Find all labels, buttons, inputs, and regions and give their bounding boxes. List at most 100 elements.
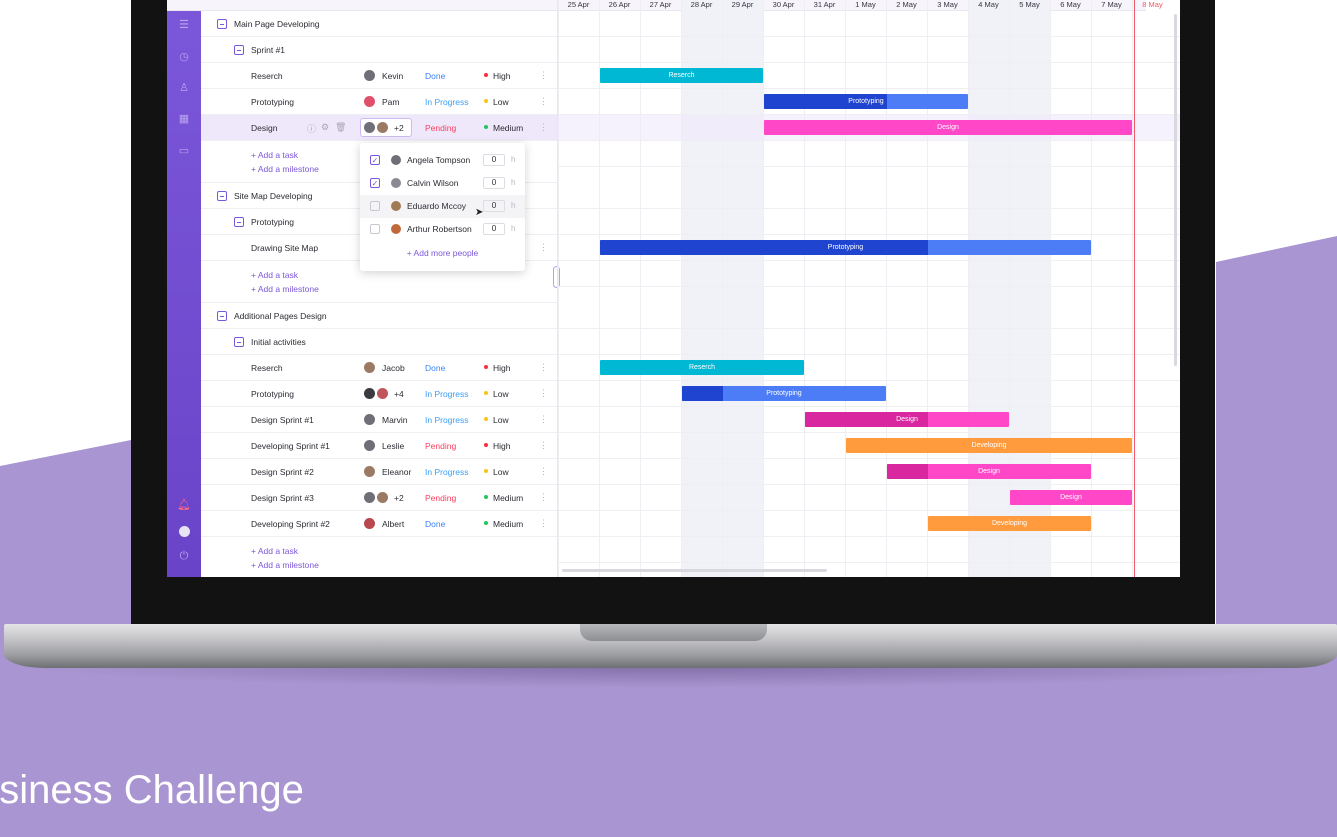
info-icon[interactable]: ⓘ (307, 122, 316, 135)
task-row[interactable]: Design Sprint #3 +2 Pending Medium ⋮ (201, 485, 557, 511)
collapse-icon[interactable] (234, 217, 244, 227)
more-icon[interactable]: ⋮ (539, 440, 548, 451)
assignee[interactable]: Albert (382, 519, 404, 529)
collapse-icon[interactable] (234, 45, 244, 55)
popup-person-row[interactable]: ✓ Angela Tompson 0 h (360, 149, 525, 172)
gantt-bar[interactable]: Developing (846, 438, 1132, 453)
collapse-icon[interactable] (234, 337, 244, 347)
status-badge[interactable]: Pending (425, 493, 456, 503)
priority-label[interactable]: Low (493, 467, 509, 477)
status-badge[interactable]: Done (425, 71, 445, 81)
more-icon[interactable]: ⋮ (539, 414, 548, 425)
task-row[interactable]: Prototyping +4 In Progress Low ⋮ (201, 381, 557, 407)
clock-icon[interactable]: ◷ (167, 50, 201, 63)
more-icon[interactable]: ⋮ (539, 518, 548, 529)
more-icon[interactable]: ⋮ (539, 70, 548, 81)
gantt-bar[interactable]: Design (1010, 490, 1132, 505)
status-badge[interactable]: In Progress (425, 97, 468, 107)
checkbox[interactable] (370, 201, 380, 211)
status-badge[interactable]: Done (425, 519, 445, 529)
user-icon[interactable]: ♙ (167, 81, 201, 94)
add-more-people-link[interactable]: + Add more people (360, 248, 525, 258)
task-row[interactable]: Developing Sprint #2 Albert Done Medium … (201, 511, 557, 537)
task-row[interactable]: Developing Sprint #1 Leslie Pending High… (201, 433, 557, 459)
checkbox[interactable] (370, 224, 380, 234)
collapse-icon[interactable] (217, 311, 227, 321)
priority-label[interactable]: Medium (493, 519, 523, 529)
group-row[interactable]: Additional Pages Design (201, 303, 557, 329)
add-task-link[interactable]: + Add a task (251, 546, 298, 556)
horizontal-scrollbar[interactable] (562, 569, 827, 572)
priority-label[interactable]: Low (493, 97, 509, 107)
more-icon[interactable]: ⋮ (539, 362, 548, 373)
gantt-bar[interactable]: Design (805, 412, 1009, 427)
avatar[interactable] (167, 526, 201, 540)
status-badge[interactable]: Done (425, 363, 445, 373)
task-row[interactable]: Reserch Kevin Done High ⋮ (201, 63, 557, 89)
subgroup-row[interactable]: Initial activities (201, 329, 557, 355)
more-icon[interactable]: ⋮ (539, 388, 548, 399)
collapse-icon[interactable] (217, 19, 227, 29)
add-milestone-link[interactable]: + Add a milestone (251, 560, 319, 570)
popup-person-row[interactable]: ✓ Calvin Wilson 0 h (360, 172, 525, 195)
task-row[interactable]: Reserch Jacob Done High ⋮ (201, 355, 557, 381)
task-row-selected[interactable]: Design ⓘ ⚙ 🗑︎ +2 Pending Medium ⋮ (201, 115, 557, 141)
popup-person-row[interactable]: Eduardo Mccoy 0 h ➤ (360, 195, 525, 218)
collapse-icon[interactable] (217, 191, 227, 201)
status-badge[interactable]: In Progress (425, 415, 468, 425)
subgroup-row[interactable]: Sprint #1 (201, 37, 557, 63)
priority-label[interactable]: High (493, 441, 510, 451)
priority-label[interactable]: High (493, 363, 510, 373)
popup-person-row[interactable]: Arthur Robertson 0 h (360, 218, 525, 241)
assignee[interactable]: Eleanor (382, 467, 411, 477)
assignee[interactable]: Kevin (382, 71, 403, 81)
add-milestone-link[interactable]: + Add a milestone (251, 284, 319, 294)
gantt-bar[interactable]: Reserch (600, 68, 763, 83)
gantt-bar[interactable]: Design (764, 120, 1132, 135)
priority-label[interactable]: Low (493, 415, 509, 425)
assignee[interactable]: Jacob (382, 363, 405, 373)
hours-input[interactable]: 0 (483, 223, 505, 235)
settings-icon[interactable]: ⚙ (321, 122, 329, 133)
status-badge[interactable]: In Progress (425, 389, 468, 399)
priority-label[interactable]: Medium (493, 123, 523, 133)
status-badge[interactable]: Pending (425, 441, 456, 451)
assignee[interactable]: Leslie (382, 441, 404, 451)
group-row[interactable]: Main Page Developing (201, 11, 557, 37)
more-icon[interactable]: ⋮ (539, 96, 548, 107)
more-icon[interactable]: ⋮ (539, 242, 548, 253)
gantt-bar[interactable]: Prototyping (600, 240, 1091, 255)
gantt-bar[interactable]: Prototyping (764, 94, 968, 109)
delete-icon[interactable]: 🗑︎ (335, 122, 346, 133)
gantt-bar[interactable]: Reserch (600, 360, 804, 375)
add-task-link[interactable]: + Add a task (251, 270, 298, 280)
checkbox[interactable]: ✓ (370, 155, 380, 165)
assignee[interactable]: Pam (382, 97, 399, 107)
grid-icon[interactable]: ▦ (167, 112, 201, 125)
status-badge[interactable]: In Progress (425, 467, 468, 477)
chat-icon[interactable]: ▭ (167, 144, 201, 157)
priority-label[interactable]: Low (493, 389, 509, 399)
gantt-bar[interactable]: Design (887, 464, 1091, 479)
task-row[interactable]: Prototyping Pam In Progress Low ⋮ (201, 89, 557, 115)
gantt-bar[interactable]: Developing (928, 516, 1091, 531)
gantt-bar[interactable]: Prototyping (682, 386, 886, 401)
hours-input[interactable]: 0 (483, 200, 505, 212)
list-icon[interactable]: ☰ (167, 18, 201, 31)
hours-input[interactable]: 0 (483, 154, 505, 166)
priority-label[interactable]: Medium (493, 493, 523, 503)
more-icon[interactable]: ⋮ (539, 122, 548, 133)
more-icon[interactable]: ⋮ (539, 466, 548, 477)
add-task-link[interactable]: + Add a task (251, 150, 298, 160)
vertical-scrollbar[interactable] (1174, 14, 1177, 366)
add-milestone-link[interactable]: + Add a milestone (251, 164, 319, 174)
status-badge[interactable]: Pending (425, 123, 456, 133)
priority-label[interactable]: High (493, 71, 510, 81)
hours-input[interactable]: 0 (483, 177, 505, 189)
task-row[interactable]: Design Sprint #1 Marvin In Progress Low … (201, 407, 557, 433)
task-row[interactable]: Design Sprint #2 Eleanor In Progress Low… (201, 459, 557, 485)
more-icon[interactable]: ⋮ (539, 492, 548, 503)
assignee[interactable]: Marvin (382, 415, 408, 425)
checkbox[interactable]: ✓ (370, 178, 380, 188)
power-icon[interactable]: ⏻ (167, 550, 201, 563)
